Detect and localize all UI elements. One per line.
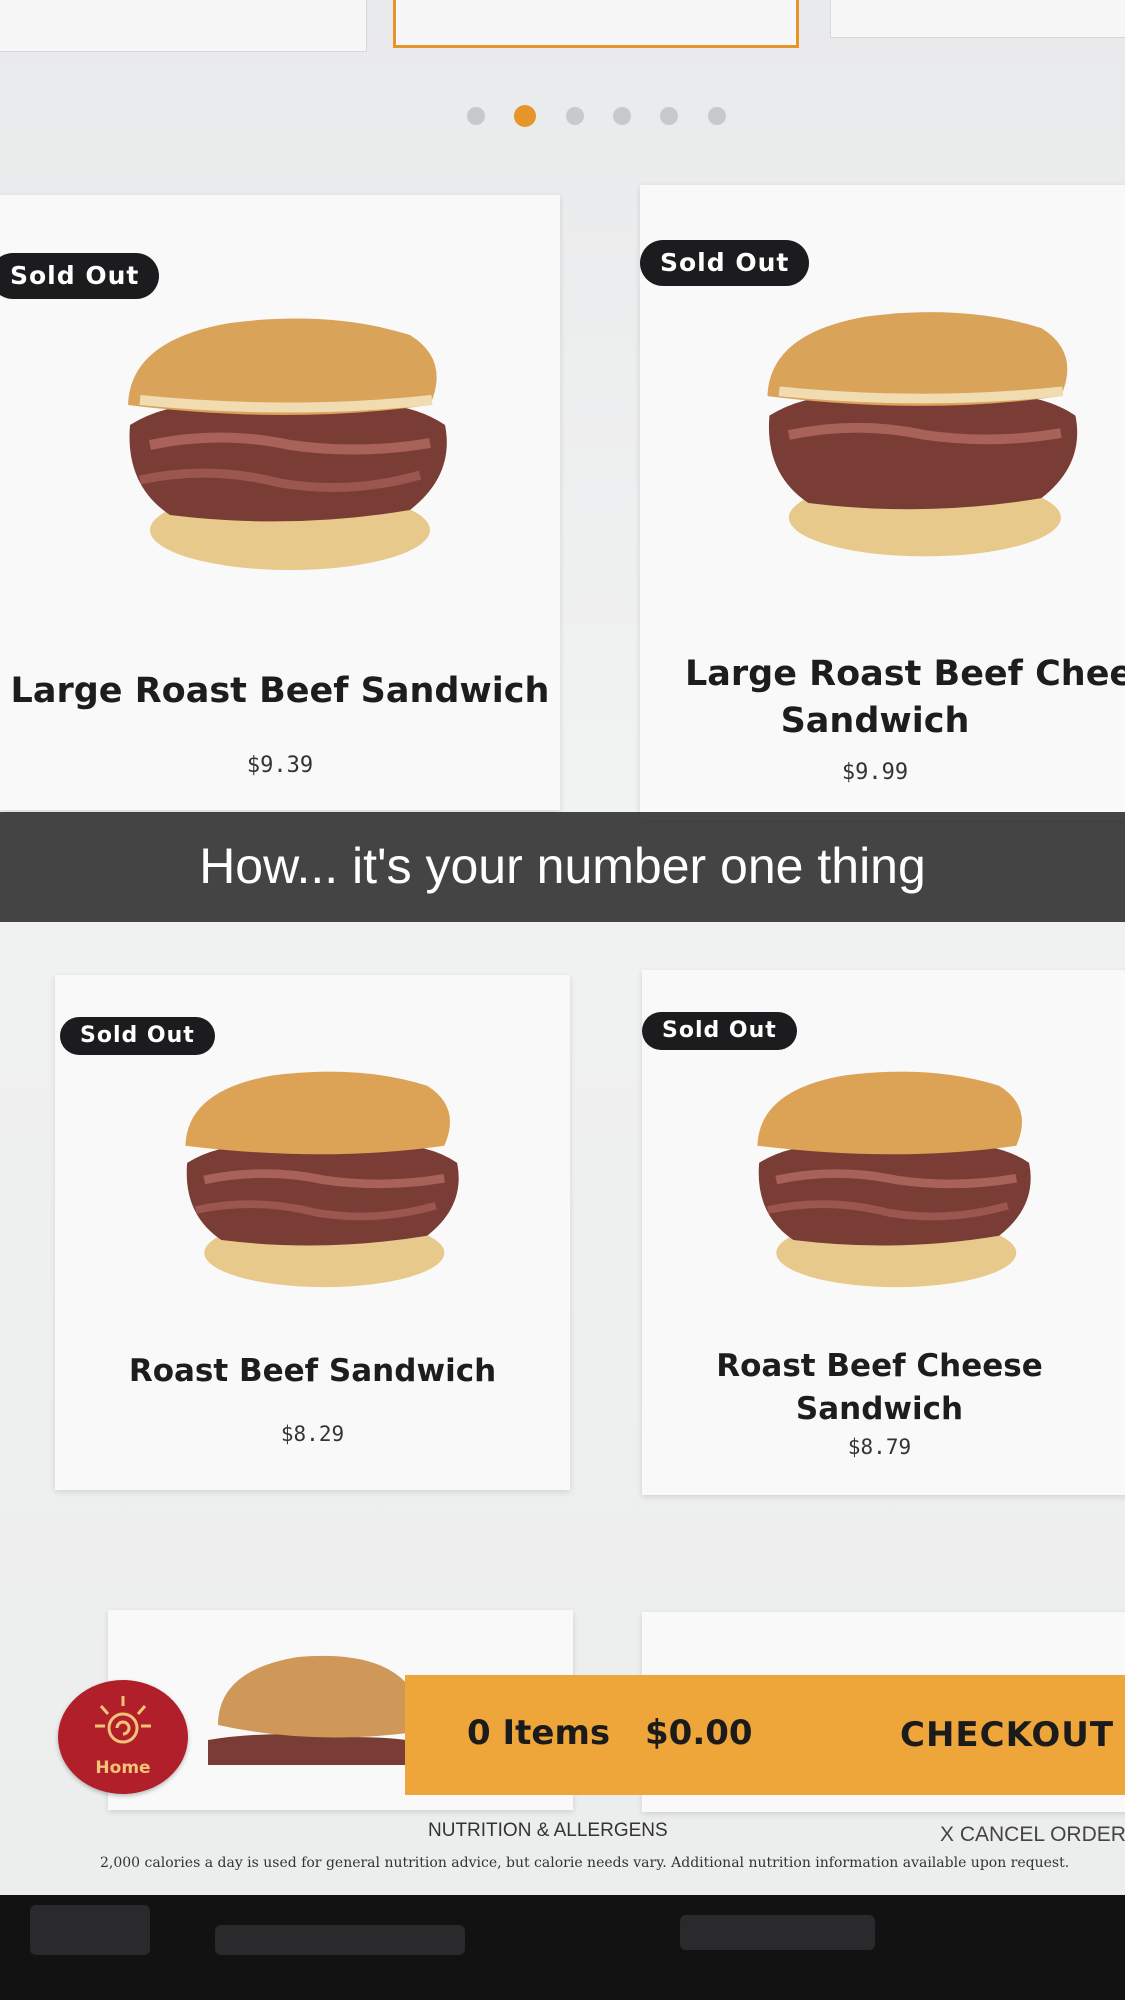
page-dot[interactable]	[566, 107, 584, 125]
partial-menu-card[interactable]	[830, 0, 1125, 38]
product-name: Large Roast Beef Sandwich	[10, 671, 550, 711]
sold-out-badge: Sold Out	[642, 1012, 797, 1050]
product-card[interactable]: Sold Out Large Roast Beef Chees Sandwich…	[640, 185, 1125, 820]
page-dot[interactable]	[708, 107, 726, 125]
product-name: Roast Beef Sandwich	[128, 1353, 497, 1389]
page-dot[interactable]	[467, 107, 485, 125]
sandwich-image	[767, 312, 1078, 557]
product-price: $8.79	[847, 1435, 912, 1459]
kiosk-screen: Sold Out Large Roast Beef Sandwich $9.39…	[0, 0, 1125, 1895]
product-card[interactable]: Sold Out Roast Beef Sandwich $8.29	[55, 975, 570, 1490]
sun-logo-icon	[95, 1696, 151, 1744]
product-name: Large Roast Beef Chees	[685, 654, 1125, 694]
calorie-disclaimer: 2,000 calories a day is used for general…	[100, 1855, 1070, 1871]
sandwich-image	[208, 1655, 428, 1765]
partial-menu-card-selected[interactable]	[393, 0, 799, 48]
product-name: Roast Beef Cheese	[716, 1348, 1043, 1384]
home-label: Home	[95, 1758, 151, 1778]
pagination-dots	[0, 103, 1125, 127]
product-name-line2: Sandwich	[780, 701, 970, 741]
product-price: $9.39	[246, 753, 314, 778]
sandwich-image	[757, 1071, 1031, 1288]
product-name-line2: Sandwich	[795, 1391, 964, 1427]
caption-overlay: How... it's your number one thing	[0, 812, 1125, 922]
checkout-button[interactable]: CHECKOUT	[900, 1715, 1114, 1755]
sold-out-badge: Sold Out	[60, 1017, 215, 1055]
page-dot[interactable]	[613, 107, 631, 125]
sandwich-image	[185, 1071, 459, 1288]
bezel-slot	[30, 1905, 150, 1955]
kiosk-bezel	[0, 1895, 1125, 2000]
home-button[interactable]: Home	[58, 1680, 188, 1794]
partial-menu-card[interactable]	[0, 0, 367, 52]
page-dot-active[interactable]	[514, 105, 536, 127]
cancel-order-link[interactable]: X CANCEL ORDER	[940, 1823, 1125, 1847]
bezel-slot	[680, 1915, 875, 1950]
product-card[interactable]: Sold Out Large Roast Beef Sandwich $9.39	[0, 195, 560, 810]
page-dot[interactable]	[660, 107, 678, 125]
sold-out-badge: Sold Out	[640, 240, 810, 286]
caption-text: How... it's your number one thing	[199, 838, 926, 894]
cart-total: $0.00	[645, 1713, 753, 1753]
cart-item-count: 0 Items	[467, 1713, 611, 1753]
cart-bar: 0 Items $0.00 CHECKOUT	[405, 1675, 1125, 1795]
sandwich-image	[128, 318, 447, 570]
sold-out-badge: Sold Out	[0, 253, 160, 299]
product-price: $9.99	[841, 760, 909, 785]
product-card[interactable]: Sold Out Roast Beef Cheese Sandwich $8.7…	[642, 970, 1125, 1495]
bezel-slot	[215, 1925, 465, 1955]
product-price: $8.29	[280, 1422, 345, 1446]
nutrition-allergens-link[interactable]: NUTRITION & ALLERGENS	[428, 1820, 668, 1842]
